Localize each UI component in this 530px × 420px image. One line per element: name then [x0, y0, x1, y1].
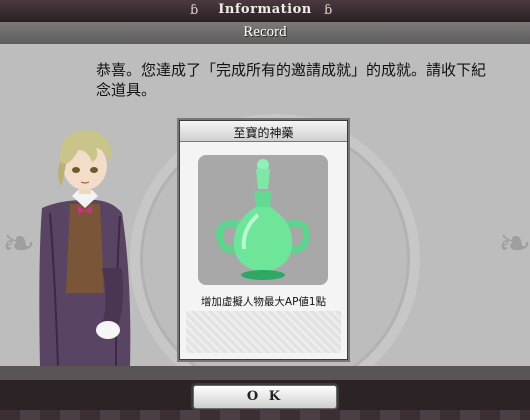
information-dialog: ɓ Information ɓ Record ❧ ❧ 恭喜。您達成了「完成所有的… — [0, 0, 530, 420]
green-potion-icon — [215, 159, 311, 280]
bottom-decor-stripe — [0, 410, 530, 420]
ok-button[interactable]: O K — [193, 385, 337, 409]
butler-character-image — [39, 130, 131, 368]
title-bar: ɓ Information ɓ — [0, 0, 530, 23]
item-card: 至寶的神藥 增加虛擬人物最大AP値1點 — [179, 120, 348, 360]
left-flourish-icon: ❧ — [2, 221, 36, 267]
ornament-right-icon: ɓ — [324, 3, 333, 18]
ok-button-label: O K — [246, 389, 284, 404]
record-header: Record — [0, 22, 530, 45]
record-title: Record — [243, 24, 287, 40]
item-card-footer-pattern — [186, 311, 341, 353]
item-card-header: 至寶的神藥 — [180, 121, 347, 142]
panel-bottom-edge — [0, 366, 530, 380]
item-name: 至寶的神藥 — [233, 126, 294, 140]
dialog-title: Information — [218, 2, 312, 17]
right-flourish-icon: ❧ — [498, 221, 530, 267]
item-image-frame — [198, 155, 328, 285]
item-description: 增加虛擬人物最大AP値1點 — [200, 296, 327, 308]
achievement-message: 恭喜。您達成了「完成所有的邀請成就」的成就。請收下紀念道具。 — [96, 61, 487, 99]
